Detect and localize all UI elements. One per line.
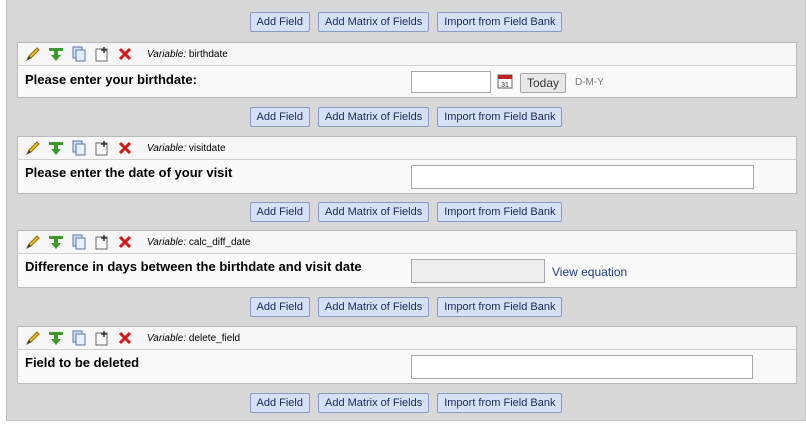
delete-field-input[interactable] [411, 355, 753, 379]
delete-icon[interactable] [116, 329, 134, 347]
move-icon[interactable] [93, 139, 111, 157]
variable-label: Variable: visitdate [147, 142, 226, 154]
variable-label: Variable: birthdate [147, 48, 228, 60]
field-block-calc-diff-date: Variable: calc_diff_date Difference in d… [17, 230, 797, 288]
delete-icon[interactable] [116, 233, 134, 251]
add-field-button[interactable]: Add Field [249, 297, 310, 317]
field-toolbar: Variable: visitdate [18, 137, 796, 160]
add-field-toolbar-3: Add Field Add Matrix of Fields Import fr… [7, 202, 805, 222]
delete-icon[interactable] [116, 139, 134, 157]
branching-logic-icon[interactable] [47, 139, 65, 157]
add-matrix-button[interactable]: Add Matrix of Fields [318, 107, 430, 127]
pencil-icon[interactable] [24, 45, 42, 63]
field-toolbar: Variable: birthdate [18, 43, 796, 66]
date-format-hint: D-M-Y [575, 77, 604, 88]
add-field-button[interactable]: Add Field [249, 393, 310, 413]
move-icon[interactable] [93, 233, 111, 251]
add-matrix-button[interactable]: Add Matrix of Fields [318, 393, 430, 413]
branching-logic-icon[interactable] [47, 329, 65, 347]
branching-logic-icon[interactable] [47, 233, 65, 251]
add-field-toolbar-1: Add Field Add Matrix of Fields Import fr… [7, 12, 805, 32]
field-block-birthdate: Variable: birthdate Please enter your bi… [17, 42, 797, 98]
calendar-icon[interactable]: 31 [496, 72, 514, 90]
import-field-bank-button[interactable]: Import from Field Bank [437, 12, 563, 32]
today-button[interactable]: Today [520, 73, 567, 93]
visitdate-input[interactable] [411, 165, 754, 189]
add-field-button[interactable]: Add Field [249, 12, 310, 32]
variable-label: Variable: delete_field [147, 332, 241, 344]
pencil-icon[interactable] [24, 233, 42, 251]
variable-label: Variable: calc_diff_date [147, 236, 251, 248]
copy-icon[interactable] [70, 233, 88, 251]
pencil-icon[interactable] [24, 139, 42, 157]
add-field-button[interactable]: Add Field [249, 107, 310, 127]
birthdate-input[interactable] [411, 71, 491, 93]
add-field-toolbar-4: Add Field Add Matrix of Fields Import fr… [7, 297, 805, 317]
import-field-bank-button[interactable]: Import from Field Bank [437, 107, 563, 127]
field-block-delete-field: Variable: delete_field Field to be delet… [17, 326, 797, 384]
question-text: Field to be deleted [25, 355, 140, 370]
delete-icon[interactable] [116, 45, 134, 63]
move-icon[interactable] [93, 45, 111, 63]
copy-icon[interactable] [70, 139, 88, 157]
question-text: Please enter the date of your visit [25, 165, 233, 180]
pencil-icon[interactable] [24, 329, 42, 347]
form-designer-panel: Add Field Add Matrix of Fields Import fr… [6, 0, 806, 421]
field-toolbar: Variable: calc_diff_date [18, 231, 796, 254]
question-text: Please enter your birthdate: [25, 72, 197, 87]
add-matrix-button[interactable]: Add Matrix of Fields [318, 202, 430, 222]
question-text: Difference in days between the birthdate… [25, 259, 362, 274]
import-field-bank-button[interactable]: Import from Field Bank [437, 202, 563, 222]
view-equation-link[interactable]: View equation [552, 265, 627, 279]
add-field-toolbar-2: Add Field Add Matrix of Fields Import fr… [7, 107, 805, 127]
branching-logic-icon[interactable] [47, 45, 65, 63]
add-matrix-button[interactable]: Add Matrix of Fields [318, 297, 430, 317]
copy-icon[interactable] [70, 45, 88, 63]
move-icon[interactable] [93, 329, 111, 347]
add-field-toolbar-5: Add Field Add Matrix of Fields Import fr… [7, 393, 805, 413]
copy-icon[interactable] [70, 329, 88, 347]
import-field-bank-button[interactable]: Import from Field Bank [437, 393, 563, 413]
calc-diff-date-input [411, 259, 545, 283]
field-toolbar: Variable: delete_field [18, 327, 796, 350]
import-field-bank-button[interactable]: Import from Field Bank [437, 297, 563, 317]
field-block-visitdate: Variable: visitdate Please enter the dat… [17, 136, 797, 194]
svg-text:31: 31 [501, 82, 509, 89]
add-field-button[interactable]: Add Field [249, 202, 310, 222]
add-matrix-button[interactable]: Add Matrix of Fields [318, 12, 430, 32]
